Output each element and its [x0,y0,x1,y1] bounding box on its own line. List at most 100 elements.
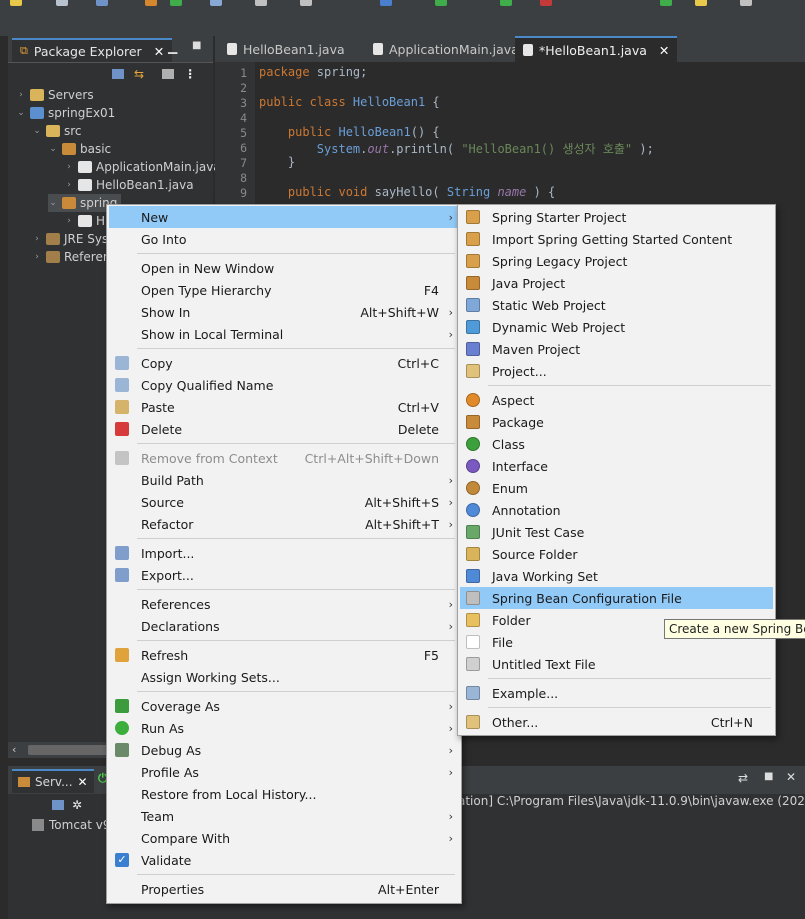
menu-item-go-into[interactable]: Go Into [109,228,459,250]
submenu-item-annotation[interactable]: Annotation [460,499,773,521]
collapsed-icon[interactable]: › [64,162,74,172]
menu-item-build-path[interactable]: Build Path › [109,469,459,491]
toolbar-icon[interactable] [145,0,157,6]
close-icon[interactable]: ✕ [786,770,796,784]
submenu-item-enum[interactable]: Enum [460,477,773,499]
toolbar-icon[interactable] [500,0,512,6]
tree-item-servers[interactable]: › Servers [16,86,93,104]
close-icon[interactable]: ✕ [659,43,669,58]
menu-item-remove-from-context[interactable]: Remove from Context Ctrl+Alt+Shift+Down [109,447,459,469]
collapsed-icon[interactable]: › [32,252,42,262]
submenu-item-spring-bean-configuration-file[interactable]: Spring Bean Configuration File [460,587,773,609]
server-item-tomcat[interactable]: Tomcat v9 [32,818,111,832]
menu-item-import[interactable]: Import... [109,542,459,564]
collapse-all-icon[interactable] [112,69,124,79]
menu-item-refresh[interactable]: Refresh F5 [109,644,459,666]
menu-item-show-in[interactable]: Show In Alt+Shift+W › [109,301,459,323]
menu-item-copy-qualified-name[interactable]: Copy Qualified Name [109,374,459,396]
menu-item-show-in-local-terminal[interactable]: Show in Local Terminal › [109,323,459,345]
submenu-item-spring-starter-project[interactable]: Spring Starter Project [460,206,773,228]
menu-item-refactor[interactable]: Refactor Alt+Shift+T › [109,513,459,535]
toolbar-icon[interactable] [255,0,267,6]
collapse-icon[interactable] [52,800,64,810]
scroll-left-icon[interactable]: ‹ [12,743,16,756]
toolbar-icon[interactable] [10,0,22,6]
menu-item-team[interactable]: Team › [109,805,459,827]
maximize-icon[interactable]: ■ [192,40,201,51]
menu-item-restore-from-local-history[interactable]: Restore from Local History... [109,783,459,805]
tree-item-references[interactable]: › Referen [32,248,110,266]
menu-item-delete[interactable]: Delete Delete [109,418,459,440]
toolbar-icon[interactable] [300,0,312,6]
menu-item-assign-working-sets[interactable]: Assign Working Sets... [109,666,459,688]
menu-item-run-as[interactable]: Run As › [109,717,459,739]
tree-item-hellobean1[interactable]: › HelloBean1.java [64,176,193,194]
submenu-item-java-project[interactable]: Java Project [460,272,773,294]
toolbar-icon[interactable] [740,0,752,6]
menu-item-properties[interactable]: Properties Alt+Enter [109,878,459,900]
submenu-item-project[interactable]: Project... [460,360,773,382]
toolbar-icon[interactable] [56,0,68,6]
submenu-item-maven-project[interactable]: Maven Project [460,338,773,360]
toolbar-icon[interactable] [695,0,707,6]
collapsed-icon[interactable]: › [64,216,74,226]
toolbar-icon[interactable] [170,0,182,6]
submenu-item-untitled-text-file[interactable]: Untitled Text File [460,653,773,675]
submenu-item-spring-legacy-project[interactable]: Spring Legacy Project [460,250,773,272]
menu-item-paste[interactable]: Paste Ctrl+V [109,396,459,418]
tree-item-springex01[interactable]: ⌄ springEx01 [16,104,115,122]
submenu-item-junit-test-case[interactable]: JUnit Test Case [460,521,773,543]
submenu-item-example[interactable]: Example... [460,682,773,704]
collapsed-icon[interactable]: › [64,180,74,190]
menu-item-references[interactable]: References › [109,593,459,615]
submenu-item-source-folder[interactable]: Source Folder [460,543,773,565]
close-icon[interactable]: ✕ [154,44,164,59]
submenu-item-aspect[interactable]: Aspect [460,389,773,411]
toolbar-icon[interactable] [210,0,222,6]
submenu-item-other[interactable]: Other... Ctrl+N [460,711,773,733]
menu-item-compare-with[interactable]: Compare With › [109,827,459,849]
submenu-item-java-working-set[interactable]: Java Working Set [460,565,773,587]
tree-item-basic[interactable]: ⌄ basic [48,140,111,158]
expanded-icon[interactable]: ⌄ [16,108,26,118]
tab-applicationmain[interactable]: ApplicationMain.java [365,36,527,62]
tree-item-jre[interactable]: › JRE Sys [32,230,108,248]
scrollbar-thumb[interactable] [28,745,108,755]
maximize-icon[interactable]: ■ [764,771,773,782]
minimize-icon[interactable]: ▁ [168,40,177,54]
menu-item-source[interactable]: Source Alt+Shift+S › [109,491,459,513]
tab-hellobean1-dirty[interactable]: *HelloBean1.java ✕ [515,36,678,62]
menu-item-profile-as[interactable]: Profile As › [109,761,459,783]
submenu-item-import-spring-getting-started-content[interactable]: Import Spring Getting Started Content [460,228,773,250]
expanded-icon[interactable]: ⌄ [32,126,42,136]
tree-item-h[interactable]: › H [64,212,105,230]
toolbar-icon[interactable] [380,0,392,6]
expanded-icon[interactable]: ⌄ [48,144,58,154]
toolbar-icon[interactable] [435,0,447,6]
sync-icon[interactable]: ⇄ [738,771,748,785]
debug-icon[interactable]: ✲ [72,798,82,812]
submenu-item-dynamic-web-project[interactable]: Dynamic Web Project [460,316,773,338]
tab-hellobean1[interactable]: HelloBean1.java [219,36,353,62]
link-editor-icon[interactable]: ⇆ [134,67,144,81]
submenu-item-class[interactable]: Class [460,433,773,455]
tab-servers[interactable]: Serv... ✕ [12,769,94,793]
menu-item-declarations[interactable]: Declarations › [109,615,459,637]
close-icon[interactable]: ✕ [78,775,88,789]
menu-item-open-in-new-window[interactable]: Open in New Window [109,257,459,279]
toolbar-icon[interactable] [660,0,672,6]
tree-item-applicationmain[interactable]: › ApplicationMain.java [64,158,220,176]
menu-item-coverage-as[interactable]: Coverage As › [109,695,459,717]
submenu-item-package[interactable]: Package [460,411,773,433]
menu-item-validate[interactable]: ✓ Validate [109,849,459,871]
menu-item-new[interactable]: New › [109,206,459,228]
filter-icon[interactable] [162,69,175,79]
menu-item-export[interactable]: Export... [109,564,459,586]
menu-item-open-type-hierarchy[interactable]: Open Type Hierarchy F4 [109,279,459,301]
toolbar-icon[interactable] [96,0,108,6]
menu-item-debug-as[interactable]: Debug As › [109,739,459,761]
expanded-icon[interactable]: ⌄ [48,198,58,208]
tab-package-explorer[interactable]: ⧉ Package Explorer ✕ [12,38,173,62]
submenu-item-interface[interactable]: Interface [460,455,773,477]
collapsed-icon[interactable]: › [16,90,26,100]
